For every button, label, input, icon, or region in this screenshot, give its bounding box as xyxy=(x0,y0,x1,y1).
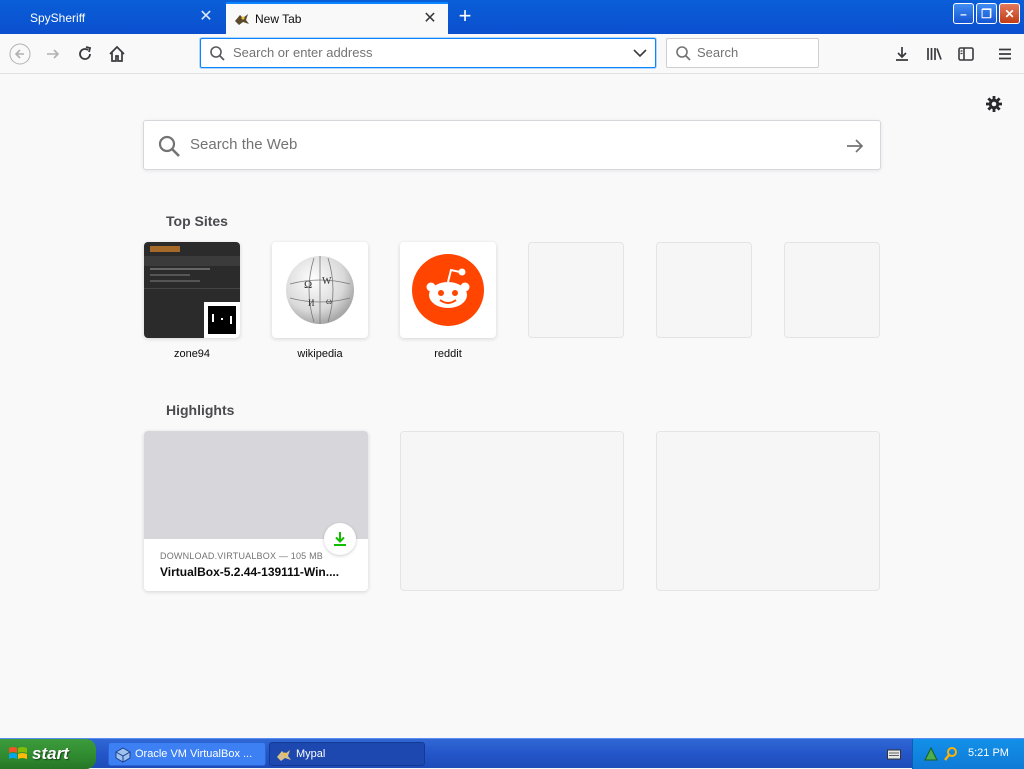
home-icon xyxy=(109,45,125,62)
gear-icon[interactable] xyxy=(984,94,1004,114)
svg-text:И: И xyxy=(308,298,315,308)
virtualbox-icon xyxy=(115,747,131,763)
task-label: Oracle VM VirtualBox ... xyxy=(135,748,253,760)
new-tab-button[interactable]: + xyxy=(454,5,476,28)
chevron-down-icon[interactable] xyxy=(633,47,647,59)
search-input[interactable] xyxy=(697,45,812,60)
reddit-logo-icon xyxy=(412,254,484,326)
address-input[interactable] xyxy=(233,45,613,60)
hamburger-menu-icon xyxy=(999,48,1011,60)
sidebar-icon xyxy=(958,47,974,61)
download-badge xyxy=(324,523,356,555)
library-button[interactable] xyxy=(922,42,946,66)
taskbar-item-mypal[interactable]: Mypal xyxy=(269,742,425,766)
windows-logo-icon xyxy=(9,747,27,759)
highlight-empty-slot xyxy=(656,431,880,591)
taskbar-clock: 5:21 PM xyxy=(968,747,1009,759)
sidebar-button[interactable] xyxy=(954,42,978,66)
tab-title: SpySheriff xyxy=(30,11,86,25)
address-bar[interactable] xyxy=(200,38,656,68)
svg-text:Ω: Ω xyxy=(304,279,312,291)
back-arrow-icon xyxy=(9,43,31,65)
close-tab-icon[interactable]: ✕ xyxy=(198,9,214,26)
task-label: Mypal xyxy=(296,748,326,760)
highlight-card[interactable]: DOWNLOAD.VIRTUALBOX — 105 MB VirtualBox-… xyxy=(144,431,368,591)
top-site-zone94[interactable] xyxy=(144,242,240,338)
menu-button[interactable] xyxy=(993,42,1017,66)
taskbar: start Oracle VM VirtualBox ... Mypal 5:2… xyxy=(0,738,1024,769)
downloads-button[interactable] xyxy=(890,42,914,66)
top-site-empty-slot xyxy=(784,242,880,338)
start-button[interactable]: start xyxy=(0,739,96,769)
keyboard-icon[interactable] xyxy=(887,748,901,760)
top-site-label: wikipedia xyxy=(297,348,343,360)
top-site-label: zone94 xyxy=(173,348,211,360)
close-tab-icon[interactable]: ✕ xyxy=(422,11,438,28)
top-site-label: reddit xyxy=(434,348,462,360)
tab-new-tab[interactable]: New Tab ✕ xyxy=(226,2,448,34)
search-tray-icon[interactable] xyxy=(943,746,959,762)
card-source: DOWNLOAD.VIRTUALBOX — 105 MB xyxy=(160,551,323,561)
home-button[interactable] xyxy=(105,42,129,66)
top-site-empty-slot xyxy=(528,242,624,338)
download-icon xyxy=(896,47,908,61)
tab-title: New Tab xyxy=(255,12,302,26)
forward-button[interactable] xyxy=(41,42,65,66)
top-site-reddit[interactable] xyxy=(400,242,496,338)
navigation-toolbar xyxy=(0,34,1024,74)
taskbar-item-virtualbox[interactable]: Oracle VM VirtualBox ... xyxy=(108,742,266,766)
highlights-heading: Highlights xyxy=(166,402,235,418)
back-button[interactable] xyxy=(8,42,32,66)
search-icon xyxy=(676,46,691,61)
reload-icon xyxy=(79,46,92,60)
library-icon xyxy=(927,48,942,60)
top-site-empty-slot xyxy=(656,242,752,338)
system-tray: 5:21 PM xyxy=(912,739,1024,769)
top-site-wikipedia[interactable]: Ω W И ω xyxy=(272,242,368,338)
search-bar[interactable] xyxy=(666,38,819,68)
close-window-button[interactable]: ✕ xyxy=(999,3,1020,24)
svg-text:ω: ω xyxy=(326,296,332,306)
download-icon xyxy=(334,532,346,546)
web-search-input[interactable] xyxy=(190,136,810,153)
forward-arrow-icon xyxy=(47,49,60,59)
web-search-box[interactable] xyxy=(143,120,881,170)
reload-button[interactable] xyxy=(73,42,97,66)
search-icon xyxy=(210,46,225,61)
restore-button[interactable]: ❐ xyxy=(976,3,997,24)
card-title: VirtualBox-5.2.44-139111-Win.... xyxy=(160,565,340,579)
svg-text:W: W xyxy=(322,276,332,287)
title-bar: SpySheriff ✕ New Tab ✕ + – ❐ ✕ xyxy=(0,0,1024,34)
wikipedia-globe-icon: Ω W И ω xyxy=(286,256,354,324)
start-label: start xyxy=(32,744,69,763)
highlight-empty-slot xyxy=(400,431,624,591)
network-icon[interactable] xyxy=(923,746,939,762)
window-controls: – ❐ ✕ xyxy=(953,3,1020,24)
mypal-favicon-icon xyxy=(235,14,249,25)
zone94-favicon xyxy=(204,302,240,338)
new-tab-page: Top Sites zone94 xyxy=(0,74,1024,738)
top-sites-heading: Top Sites xyxy=(166,213,228,229)
tab-spysheriff[interactable]: SpySheriff ✕ xyxy=(0,2,224,34)
minimize-button[interactable]: – xyxy=(953,3,974,24)
arrow-right-icon[interactable] xyxy=(846,138,864,154)
search-icon xyxy=(158,135,180,157)
mypal-icon xyxy=(277,750,291,761)
